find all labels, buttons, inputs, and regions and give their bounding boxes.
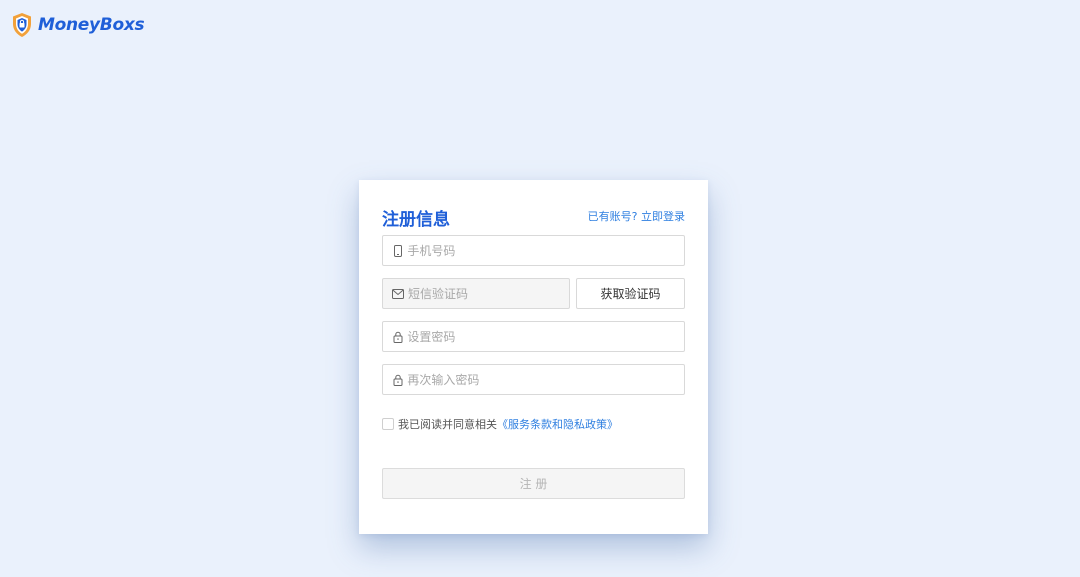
sms-code-input[interactable]	[408, 286, 569, 301]
lock-icon	[392, 374, 403, 386]
agreement-text: 我已阅读并同意相关	[398, 418, 497, 431]
policy-link[interactable]: 《服务条款和隐私政策》	[497, 416, 618, 432]
phone-input[interactable]	[407, 243, 684, 258]
login-link[interactable]: 已有账号? 立即登录	[588, 208, 685, 224]
mobile-phone-icon	[392, 244, 403, 257]
phone-field	[382, 235, 685, 266]
form-title: 注册信息	[382, 210, 450, 230]
brand-logo: MoneyBoxs	[11, 12, 145, 38]
agreement-checkbox[interactable]	[382, 418, 394, 430]
envelope-icon	[392, 288, 404, 300]
password-input[interactable]	[407, 329, 684, 344]
shield-lock-icon	[13, 13, 31, 37]
brand-name: MoneyBoxs	[38, 15, 145, 35]
lock-icon	[392, 331, 403, 343]
sms-code-field	[382, 278, 570, 309]
confirm-password-field	[382, 364, 685, 395]
register-card: 注册信息 已有账号? 立即登录 获取验证码 我已阅读并同意相关 《服务条款和隐私…	[359, 180, 708, 534]
get-sms-code-button[interactable]: 获取验证码	[576, 278, 685, 309]
register-button[interactable]: 注 册	[382, 468, 685, 499]
confirm-password-input[interactable]	[407, 372, 684, 387]
agreement-row: 我已阅读并同意相关 《服务条款和隐私政策》	[382, 416, 618, 432]
password-field	[382, 321, 685, 352]
